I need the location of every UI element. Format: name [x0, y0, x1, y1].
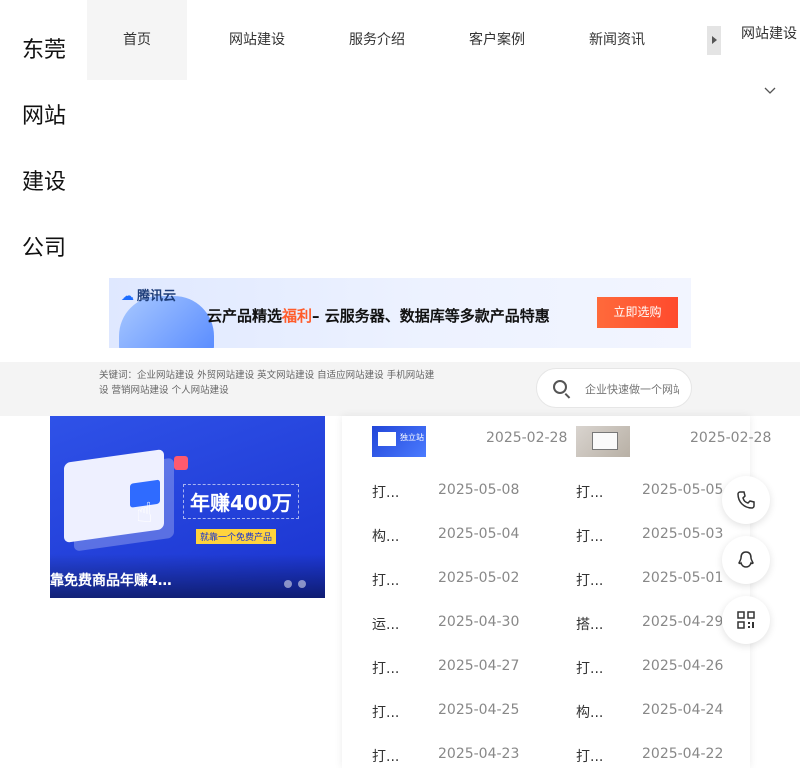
news-date: 2025-04-23 — [438, 746, 520, 762]
buy-now-button[interactable]: 立即选购 — [597, 297, 678, 328]
thumb-label: 独立站 — [400, 433, 424, 442]
logo-line: 网站 — [22, 104, 67, 129]
banner-headline-pre: 云产品精选 — [207, 307, 283, 325]
nav-item-cases[interactable]: 客户案例 — [447, 0, 547, 80]
news-date: 2025-04-30 — [438, 614, 520, 630]
search-input[interactable] — [585, 380, 679, 398]
news-date: 2025-02-28 — [486, 430, 568, 446]
news-title[interactable]: 运... — [372, 614, 399, 634]
logo-line: 东莞 — [22, 38, 67, 63]
banner-brand: 腾讯云 — [137, 289, 177, 304]
keywords-label: 关键词： — [99, 370, 138, 381]
banner-headline-post: – 云服务器、数据库等多款产品特惠 — [312, 307, 550, 325]
news-title[interactable]: 打... — [576, 526, 603, 546]
banner-headline: 云产品精选福利– 云服务器、数据库等多款产品特惠 — [207, 305, 550, 326]
phone-button[interactable] — [722, 476, 770, 524]
news-title[interactable]: 打... — [372, 482, 399, 502]
slider-dots — [284, 573, 325, 598]
news-date: 2025-04-25 — [438, 702, 520, 718]
keyword-link[interactable]: 企业网站建设 — [137, 370, 194, 381]
tencent-cloud-logo: ☁ 腾讯云 — [121, 285, 176, 304]
ad-banner[interactable]: ☁ 腾讯云 云产品精选福利– 云服务器、数据库等多款产品特惠 立即选购 — [109, 278, 691, 348]
news-thumbnail[interactable] — [576, 426, 630, 457]
news-date: 2025-04-26 — [642, 658, 724, 674]
nav-item-services[interactable]: 服务介绍 — [327, 0, 427, 80]
news-title[interactable]: 打... — [576, 746, 603, 766]
news-date: 2025-04-29 — [642, 614, 724, 630]
news-date: 2025-02-28 — [690, 430, 772, 446]
nav-item-website-build[interactable]: 网站建设 — [207, 0, 307, 80]
news-date: 2025-04-27 — [438, 658, 520, 674]
news-title[interactable]: 打... — [576, 482, 603, 502]
nav-item-website-build-extra[interactable]: 网站建设 — [741, 23, 797, 43]
news-title[interactable]: 打... — [372, 746, 399, 766]
slide-sub-text: 就靠一个免费产品 — [196, 529, 277, 544]
qrcode-button[interactable] — [722, 596, 770, 644]
phone-icon — [737, 491, 755, 509]
keyword-link[interactable]: 自适应网站建设 — [317, 370, 384, 381]
news-title[interactable]: 打... — [372, 570, 399, 590]
qrcode-icon — [737, 611, 755, 629]
news-title[interactable]: 构... — [576, 702, 603, 722]
nav-item-news[interactable]: 新闻资讯 — [567, 0, 667, 80]
slide-caption-text: 靠免费商品年赚400万 — [50, 573, 180, 589]
keyword-link[interactable]: 营销网站建设 — [112, 385, 169, 396]
logo-line: 建设 — [22, 170, 67, 195]
news-date: 2025-04-24 — [642, 702, 724, 718]
news-title[interactable]: 打... — [372, 658, 399, 678]
news-slider[interactable]: ☝ 年赚400万 就靠一个免费产品 靠免费商品年赚400万 — [50, 416, 325, 598]
slider-dot[interactable] — [284, 580, 292, 588]
search-icon[interactable] — [553, 380, 567, 394]
slide-promo-text: 年赚400万 — [183, 484, 299, 519]
news-date: 2025-04-22 — [642, 746, 724, 762]
caret-right-icon[interactable] — [707, 26, 721, 55]
cloud-icon: ☁ — [121, 289, 134, 304]
keyword-link[interactable]: 英文网站建设 — [257, 370, 314, 381]
heart-icon — [174, 456, 188, 470]
news-title[interactable]: 构... — [372, 526, 399, 546]
keyword-link[interactable]: 外贸网站建设 — [197, 370, 254, 381]
chevron-down-icon[interactable] — [764, 84, 776, 98]
qq-button[interactable] — [722, 536, 770, 584]
keywords: 关键词：企业网站建设 外贸网站建设 英文网站建设 自适应网站建设 手机网站建设 … — [99, 368, 439, 398]
news-list: 独立站 2025-02-28 2025-02-28 打... 2025-05-08… — [342, 416, 771, 768]
slider-dot[interactable] — [298, 580, 306, 588]
qq-icon — [738, 551, 754, 568]
nav-item-home[interactable]: 首页 — [87, 0, 187, 80]
news-thumbnail[interactable]: 独立站 — [372, 426, 426, 457]
left-panel-empty — [50, 598, 342, 768]
logo-line: 公司 — [22, 236, 67, 261]
news-title[interactable]: 打... — [576, 570, 603, 590]
site-logo[interactable]: 东莞 网站 建设 公司 — [22, 18, 72, 282]
news-title[interactable]: 打... — [576, 658, 603, 678]
hand-pointer-icon: ☝ — [136, 496, 154, 529]
news-date: 2025-05-02 — [438, 570, 520, 586]
news-date: 2025-05-05 — [642, 482, 724, 498]
news-title[interactable]: 打... — [372, 702, 399, 722]
news-date: 2025-05-04 — [438, 526, 520, 542]
banner-headline-highlight: 福利 — [282, 307, 313, 325]
news-title[interactable]: 搭... — [576, 614, 603, 634]
news-date: 2025-05-08 — [438, 482, 520, 498]
news-date: 2025-05-01 — [642, 570, 724, 586]
search-box[interactable] — [536, 368, 692, 408]
keyword-link[interactable]: 个人网站建设 — [172, 385, 229, 396]
news-date: 2025-05-03 — [642, 526, 724, 542]
